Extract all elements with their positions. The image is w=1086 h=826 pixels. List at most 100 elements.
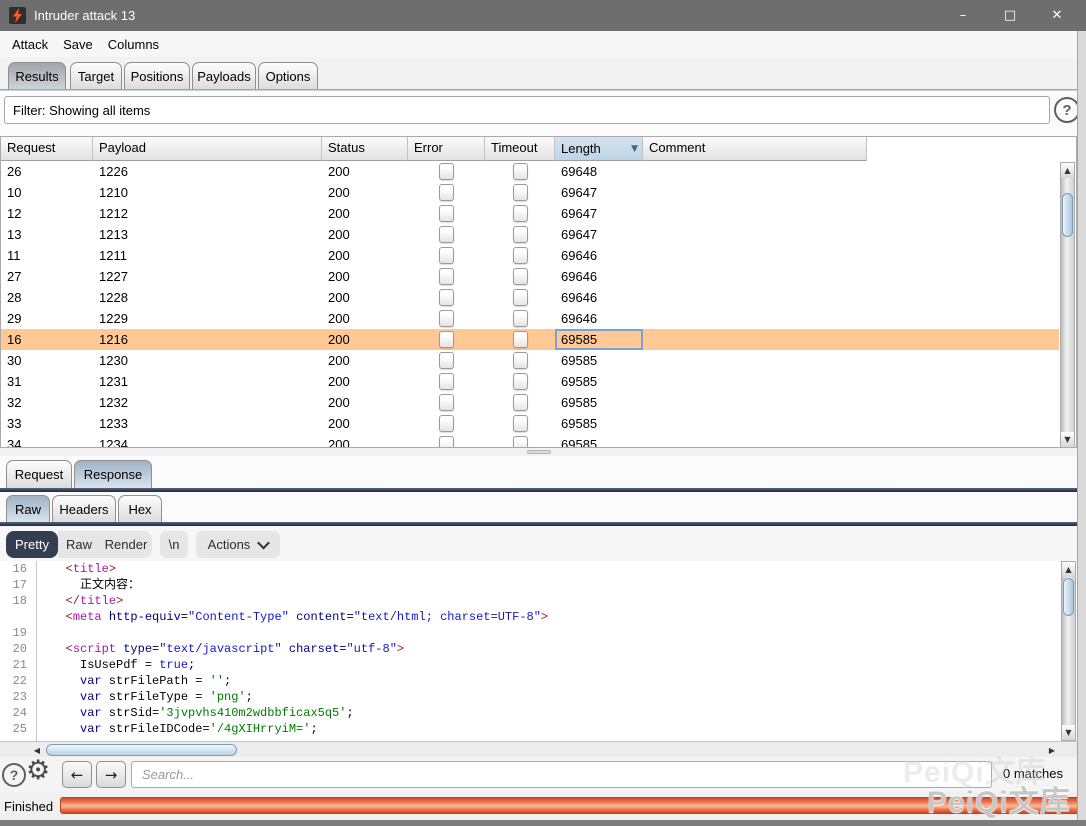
error-checkbox[interactable] <box>439 436 454 447</box>
tab-raw[interactable]: Raw <box>6 495 50 522</box>
tab-response[interactable]: Response <box>74 460 152 488</box>
newline-toggle-button[interactable]: \n <box>160 531 188 558</box>
splitter[interactable] <box>0 448 1077 456</box>
search-input[interactable] <box>131 761 992 788</box>
column-header-payload[interactable]: Payload <box>93 137 322 161</box>
cell-payload: 1213 <box>93 224 322 245</box>
response-code-view[interactable]: 16 <title>17 正文内容：18 </title> <meta http… <box>0 561 1077 741</box>
table-row[interactable]: 11121120069646 <box>1 245 1059 266</box>
column-header-length[interactable]: Length ▼ <box>555 137 643 161</box>
error-checkbox[interactable] <box>439 373 454 390</box>
timeout-checkbox[interactable] <box>513 184 528 201</box>
gear-icon[interactable]: ⚙ <box>26 755 50 786</box>
line-number: 25 <box>0 721 36 737</box>
tab-options[interactable]: Options <box>258 62 318 89</box>
table-header: Request Payload Status Error Timeout Len… <box>1 137 867 161</box>
window-frame-right <box>1077 31 1086 820</box>
cell-timeout <box>485 266 555 287</box>
table-row[interactable]: 26122620069648 <box>1 161 1059 182</box>
scroll-down-icon[interactable]: ▼ <box>1061 432 1074 447</box>
tab-target[interactable]: Target <box>70 62 122 89</box>
table-row[interactable]: 29122920069646 <box>1 308 1059 329</box>
column-header-request[interactable]: Request <box>1 137 93 161</box>
tab-request[interactable]: Request <box>6 460 72 488</box>
timeout-checkbox[interactable] <box>513 289 528 306</box>
timeout-checkbox[interactable] <box>513 226 528 243</box>
table-scrollbar-thumb[interactable] <box>1062 193 1073 237</box>
timeout-checkbox[interactable] <box>513 205 528 222</box>
error-checkbox[interactable] <box>439 352 454 369</box>
error-checkbox[interactable] <box>439 331 454 348</box>
timeout-checkbox[interactable] <box>513 331 528 348</box>
tab-payloads[interactable]: Payloads <box>192 62 256 89</box>
error-checkbox[interactable] <box>439 247 454 264</box>
table-row[interactable]: 12121220069647 <box>1 203 1059 224</box>
line-number: 21 <box>0 657 36 673</box>
close-button[interactable]: ✕ <box>1035 0 1079 31</box>
minimize-button[interactable]: – <box>941 0 985 31</box>
error-checkbox[interactable] <box>439 394 454 411</box>
pretty-button[interactable]: Pretty <box>6 531 58 558</box>
cell-request: 13 <box>1 224 93 245</box>
maximize-button[interactable]: □ <box>988 0 1032 31</box>
code-vertical-scrollbar[interactable]: ▲ ▼ <box>1061 561 1076 741</box>
tab-results[interactable]: Results <box>8 62 66 89</box>
error-checkbox[interactable] <box>439 163 454 180</box>
error-checkbox[interactable] <box>439 310 454 327</box>
table-row[interactable]: 32123220069585 <box>1 392 1059 413</box>
timeout-checkbox[interactable] <box>513 247 528 264</box>
cell-length: 69646 <box>555 287 643 308</box>
next-match-button[interactable]: → <box>96 761 126 788</box>
table-row[interactable]: 16121620069585 <box>1 329 1059 350</box>
column-header-comment[interactable]: Comment <box>643 137 867 161</box>
table-row[interactable]: 34123420069585 <box>1 434 1059 447</box>
timeout-checkbox[interactable] <box>513 352 528 369</box>
timeout-checkbox[interactable] <box>513 373 528 390</box>
previous-match-button[interactable]: ← <box>62 761 92 788</box>
table-row[interactable]: 33123320069585 <box>1 413 1059 434</box>
scroll-down-icon[interactable]: ▼ <box>1062 725 1075 740</box>
splitter-grip[interactable] <box>527 450 551 454</box>
line-number: 24 <box>0 705 36 721</box>
scroll-up-icon[interactable]: ▲ <box>1062 562 1075 577</box>
error-checkbox[interactable] <box>439 289 454 306</box>
timeout-checkbox[interactable] <box>513 415 528 432</box>
scroll-up-icon[interactable]: ▲ <box>1061 163 1074 178</box>
timeout-checkbox[interactable] <box>513 436 528 447</box>
code-scrollbar-thumb[interactable] <box>1063 578 1074 616</box>
code-hscrollbar-thumb[interactable] <box>46 744 237 756</box>
timeout-checkbox[interactable] <box>513 268 528 285</box>
menu-columns[interactable]: Columns <box>105 35 162 54</box>
cell-request: 10 <box>1 182 93 203</box>
timeout-checkbox[interactable] <box>513 394 528 411</box>
error-checkbox[interactable] <box>439 268 454 285</box>
error-checkbox[interactable] <box>439 184 454 201</box>
column-header-status[interactable]: Status <box>322 137 408 161</box>
render-button[interactable]: Render <box>100 531 152 558</box>
raw-button[interactable]: Raw <box>58 531 100 558</box>
error-checkbox[interactable] <box>439 415 454 432</box>
table-row[interactable]: 30123020069585 <box>1 350 1059 371</box>
error-checkbox[interactable] <box>439 205 454 222</box>
error-checkbox[interactable] <box>439 226 454 243</box>
menu-attack[interactable]: Attack <box>9 35 51 54</box>
tab-headers[interactable]: Headers <box>52 495 116 522</box>
filter-bar[interactable]: Filter: Showing all items <box>4 96 1050 124</box>
tab-hex[interactable]: Hex <box>118 495 162 522</box>
scroll-right-icon[interactable]: ▶ <box>1045 743 1059 757</box>
table-row[interactable]: 13121320069647 <box>1 224 1059 245</box>
column-header-timeout[interactable]: Timeout <box>485 137 555 161</box>
table-row[interactable]: 28122820069646 <box>1 287 1059 308</box>
menu-save[interactable]: Save <box>60 35 96 54</box>
timeout-checkbox[interactable] <box>513 163 528 180</box>
timeout-checkbox[interactable] <box>513 310 528 327</box>
table-row[interactable]: 10121020069647 <box>1 182 1059 203</box>
actions-button[interactable]: Actions <box>196 531 280 558</box>
table-row[interactable]: 27122720069646 <box>1 266 1059 287</box>
table-vertical-scrollbar[interactable]: ▲ ▼ <box>1060 162 1075 448</box>
cell-request: 26 <box>1 161 93 182</box>
table-row[interactable]: 31123120069585 <box>1 371 1059 392</box>
column-header-error[interactable]: Error <box>408 137 485 161</box>
tab-positions[interactable]: Positions <box>124 62 190 89</box>
help-icon[interactable]: ? <box>2 763 26 787</box>
